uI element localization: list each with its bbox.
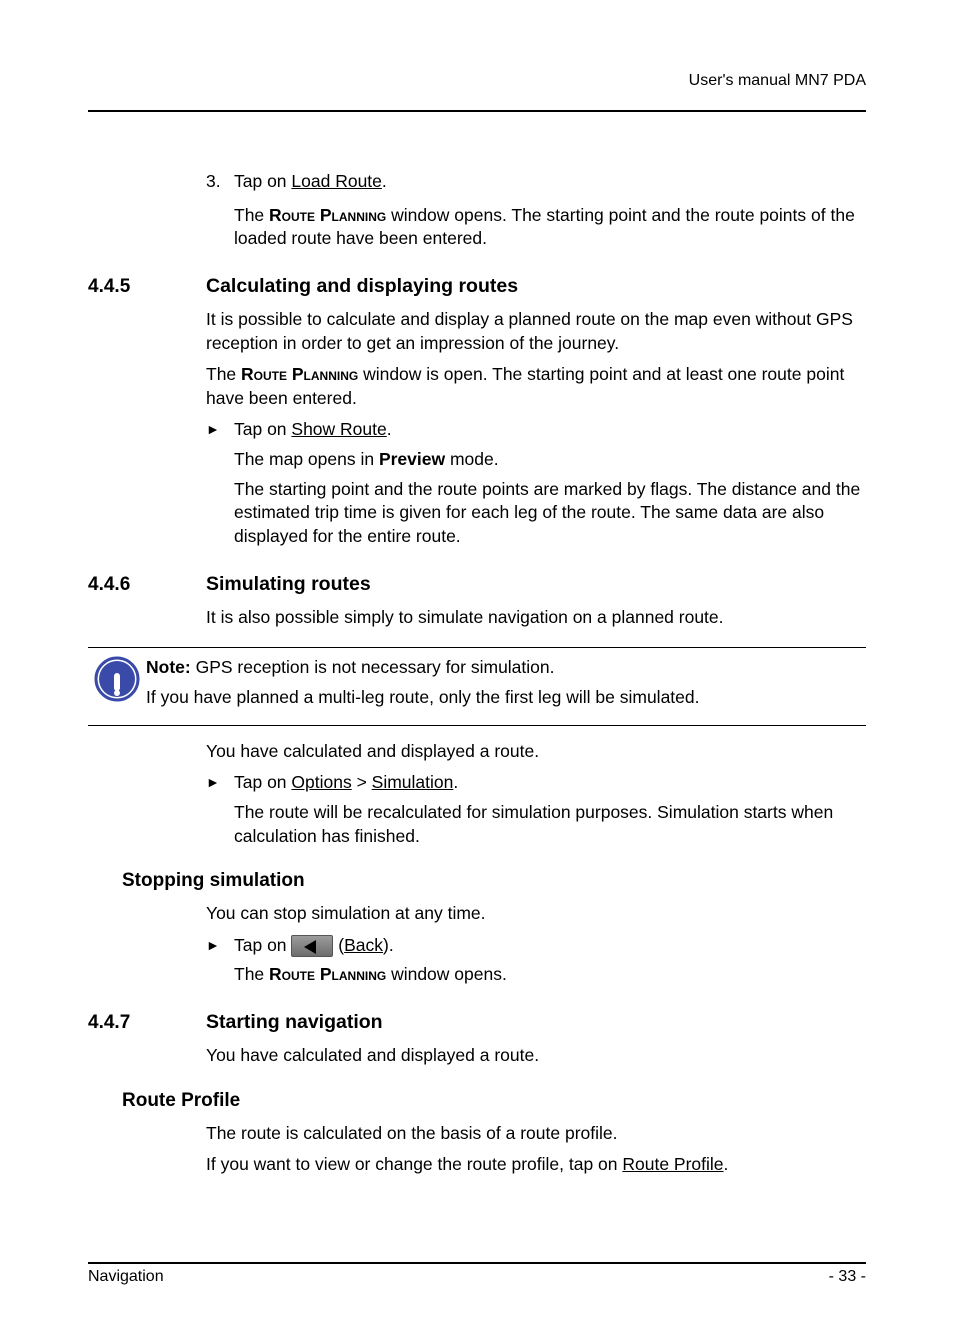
text-fragment: Tap on bbox=[234, 419, 291, 439]
bullet-item: ► Tap on Options > Simulation. bbox=[206, 771, 866, 795]
paragraph: It is also possible simply to simulate n… bbox=[206, 606, 866, 630]
text-fragment: . bbox=[724, 1154, 729, 1174]
text-fragment: The map opens in bbox=[234, 449, 379, 469]
paragraph: It is possible to calculate and display … bbox=[206, 308, 866, 355]
paragraph: The starting point and the route points … bbox=[234, 478, 866, 549]
bullet-item: ► Tap on Show Route. bbox=[206, 418, 866, 442]
footer-page-number: - 33 - bbox=[829, 1268, 866, 1286]
section-title: Starting navigation bbox=[206, 1011, 383, 1034]
subsection-heading-stopping: Stopping simulation bbox=[122, 870, 866, 892]
window-name: Route Planning bbox=[241, 364, 358, 384]
section-number: 4.4.6 bbox=[88, 574, 206, 596]
page-header: User's manual MN7 PDA bbox=[88, 72, 866, 112]
text-fragment: . bbox=[382, 171, 387, 191]
ordered-step-3: 3. Tap on Load Route. bbox=[206, 170, 866, 194]
text-fragment: If you have planned a multi-leg route, o… bbox=[146, 684, 866, 710]
bullet-text: Tap on (Back). bbox=[234, 934, 866, 958]
paragraph: You have calculated and displayed a rout… bbox=[206, 1044, 866, 1068]
section-title: Simulating routes bbox=[206, 573, 371, 596]
text-fragment: Tap on bbox=[234, 171, 291, 191]
paragraph: The route is calculated on the basis of … bbox=[206, 1122, 866, 1146]
step-text: Tap on Load Route. bbox=[234, 170, 866, 194]
step-number: 3. bbox=[206, 170, 234, 194]
paragraph: The Route Planning window opens. bbox=[234, 963, 866, 987]
bullet-item: ► Tap on (Back). bbox=[206, 934, 866, 958]
section-number: 4.4.7 bbox=[88, 1012, 206, 1034]
text-fragment: Tap on bbox=[234, 772, 291, 792]
text-fragment: . bbox=[453, 772, 458, 792]
section-title: Calculating and displaying routes bbox=[206, 275, 518, 298]
note-label: Note: bbox=[146, 657, 191, 677]
info-icon bbox=[94, 656, 140, 702]
text-fragment: The bbox=[206, 364, 241, 384]
mode-name: Preview bbox=[379, 449, 445, 469]
section-heading-447: 4.4.7 Starting navigation bbox=[88, 1011, 866, 1034]
text-fragment: ( bbox=[333, 935, 344, 955]
paragraph: You have calculated and displayed a rout… bbox=[206, 740, 866, 764]
text-fragment: The bbox=[234, 205, 269, 225]
section-heading-446: 4.4.6 Simulating routes bbox=[88, 573, 866, 596]
link-options[interactable]: Options bbox=[291, 772, 351, 792]
subsection-heading-route-profile: Route Profile bbox=[122, 1090, 866, 1112]
text-fragment: mode. bbox=[445, 449, 499, 469]
paragraph: The map opens in Preview mode. bbox=[234, 448, 866, 472]
header-rule bbox=[88, 110, 866, 112]
text-fragment: Tap on bbox=[234, 935, 291, 955]
link-back[interactable]: Back bbox=[344, 935, 383, 955]
note-icon-wrap bbox=[88, 654, 146, 702]
bullet-text: Tap on Options > Simulation. bbox=[234, 771, 866, 795]
bullet-triangle-icon: ► bbox=[206, 771, 234, 795]
text-fragment: GPS reception is not necessary for simul… bbox=[191, 657, 555, 677]
bullet-text: Tap on Show Route. bbox=[234, 418, 866, 442]
paragraph: The Route Planning window is open. The s… bbox=[206, 363, 866, 410]
back-button-icon[interactable] bbox=[291, 935, 333, 957]
text-fragment: ). bbox=[383, 935, 394, 955]
content: 3. Tap on Load Route. The Route Planning… bbox=[88, 112, 866, 1177]
text-fragment: > bbox=[352, 772, 372, 792]
link-show-route[interactable]: Show Route bbox=[291, 419, 386, 439]
window-name: Route Planning bbox=[269, 205, 386, 225]
paragraph: The Route Planning window opens. The sta… bbox=[234, 204, 866, 251]
note-text: Note: GPS reception is not necessary for… bbox=[146, 654, 866, 715]
running-head: User's manual MN7 PDA bbox=[689, 72, 866, 90]
paragraph: You can stop simulation at any time. bbox=[206, 902, 866, 926]
footer-left: Navigation bbox=[88, 1268, 164, 1286]
window-name: Route Planning bbox=[269, 964, 386, 984]
paragraph: The route will be recalculated for simul… bbox=[234, 801, 866, 848]
bullet-triangle-icon: ► bbox=[206, 418, 234, 442]
note-box: Note: GPS reception is not necessary for… bbox=[88, 647, 866, 726]
page-root: User's manual MN7 PDA 3. Tap on Load Rou… bbox=[0, 0, 954, 1344]
text-fragment: window opens. bbox=[386, 964, 507, 984]
text-fragment: The bbox=[234, 964, 269, 984]
section-number: 4.4.5 bbox=[88, 276, 206, 298]
link-route-profile[interactable]: Route Profile bbox=[622, 1154, 723, 1174]
text-fragment: . bbox=[387, 419, 392, 439]
link-load-route[interactable]: Load Route bbox=[291, 171, 382, 191]
paragraph: If you want to view or change the route … bbox=[206, 1153, 866, 1177]
link-simulation[interactable]: Simulation bbox=[372, 772, 454, 792]
bullet-triangle-icon: ► bbox=[206, 934, 234, 958]
section-heading-445: 4.4.5 Calculating and displaying routes bbox=[88, 275, 866, 298]
text-fragment: If you want to view or change the route … bbox=[206, 1154, 622, 1174]
page-footer: Navigation - 33 - bbox=[88, 1262, 866, 1286]
